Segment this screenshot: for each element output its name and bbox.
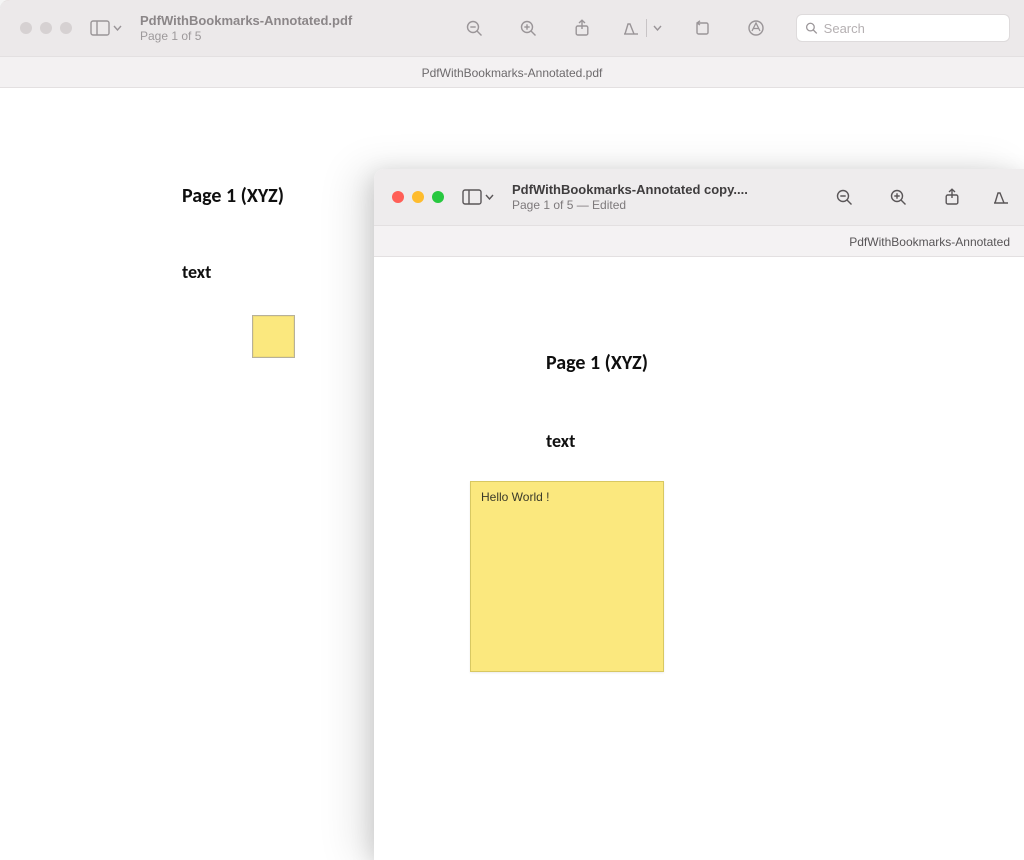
preview-window-front: PdfWithBookmarks-Annotated copy.... Page…: [374, 169, 1024, 860]
minimize-icon[interactable]: [412, 191, 424, 203]
markup-button[interactable]: [992, 183, 1010, 211]
share-button[interactable]: [938, 183, 966, 211]
close-icon[interactable]: [392, 191, 404, 203]
zoom-out-button[interactable]: [830, 183, 858, 211]
search-field[interactable]: [796, 14, 1010, 42]
minimize-icon[interactable]: [40, 22, 52, 34]
titlebar-front: PdfWithBookmarks-Annotated copy.... Page…: [374, 169, 1024, 225]
zoom-in-button[interactable]: [884, 183, 912, 211]
window-subtitle: Page 1 of 5 — Edited: [512, 198, 748, 212]
markup-icon: [622, 19, 640, 37]
sticky-note-small[interactable]: [252, 315, 295, 358]
traffic-lights-front: [392, 191, 444, 203]
chevron-down-icon[interactable]: [653, 25, 662, 31]
zoom-in-button[interactable]: [514, 14, 542, 42]
window-title: PdfWithBookmarks-Annotated copy....: [512, 182, 748, 197]
window-title-block-front: PdfWithBookmarks-Annotated copy.... Page…: [512, 182, 748, 212]
window-title-block-back: PdfWithBookmarks-Annotated.pdf Page 1 of…: [140, 13, 352, 43]
rotate-button[interactable]: [688, 14, 716, 42]
zoom-icon[interactable]: [432, 191, 444, 203]
divider: [646, 19, 647, 37]
sticky-note-text: Hello World !: [481, 490, 549, 504]
titlebar-back: PdfWithBookmarks-Annotated.pdf Page 1 of…: [0, 0, 1024, 56]
markup-icon: [992, 188, 1010, 206]
sticky-note-large[interactable]: Hello World !: [470, 481, 664, 672]
tab-label: PdfWithBookmarks-Annotated: [849, 235, 1010, 249]
close-icon[interactable]: [20, 22, 32, 34]
share-button[interactable]: [568, 14, 596, 42]
tab-bar-back[interactable]: PdfWithBookmarks-Annotated.pdf: [0, 56, 1024, 88]
zoom-icon[interactable]: [60, 22, 72, 34]
toolbar-back: [460, 14, 1010, 42]
window-title: PdfWithBookmarks-Annotated.pdf: [140, 13, 352, 28]
traffic-lights-back: [20, 22, 72, 34]
sidebar-toggle-button[interactable]: [90, 20, 122, 36]
document-page-front[interactable]: Page 1 (XYZ) text Hello World !: [374, 257, 1024, 860]
doc-body-text: text: [546, 430, 575, 452]
markup-button[interactable]: [622, 19, 662, 37]
window-subtitle: Page 1 of 5: [140, 29, 352, 43]
zoom-out-button[interactable]: [460, 14, 488, 42]
chevron-down-icon: [113, 25, 122, 31]
search-icon: [805, 21, 818, 35]
doc-heading: Page 1 (XYZ): [546, 351, 648, 375]
tab-label: PdfWithBookmarks-Annotated.pdf: [422, 66, 603, 80]
search-input[interactable]: [824, 21, 1001, 36]
doc-heading: Page 1 (XYZ): [182, 184, 284, 208]
doc-body-text: text: [182, 261, 211, 283]
sidebar-toggle-button[interactable]: [462, 189, 494, 205]
highlight-color-button[interactable]: [742, 14, 770, 42]
tab-bar-front[interactable]: PdfWithBookmarks-Annotated: [374, 225, 1024, 257]
toolbar-front: [830, 183, 1010, 211]
chevron-down-icon: [485, 194, 494, 200]
